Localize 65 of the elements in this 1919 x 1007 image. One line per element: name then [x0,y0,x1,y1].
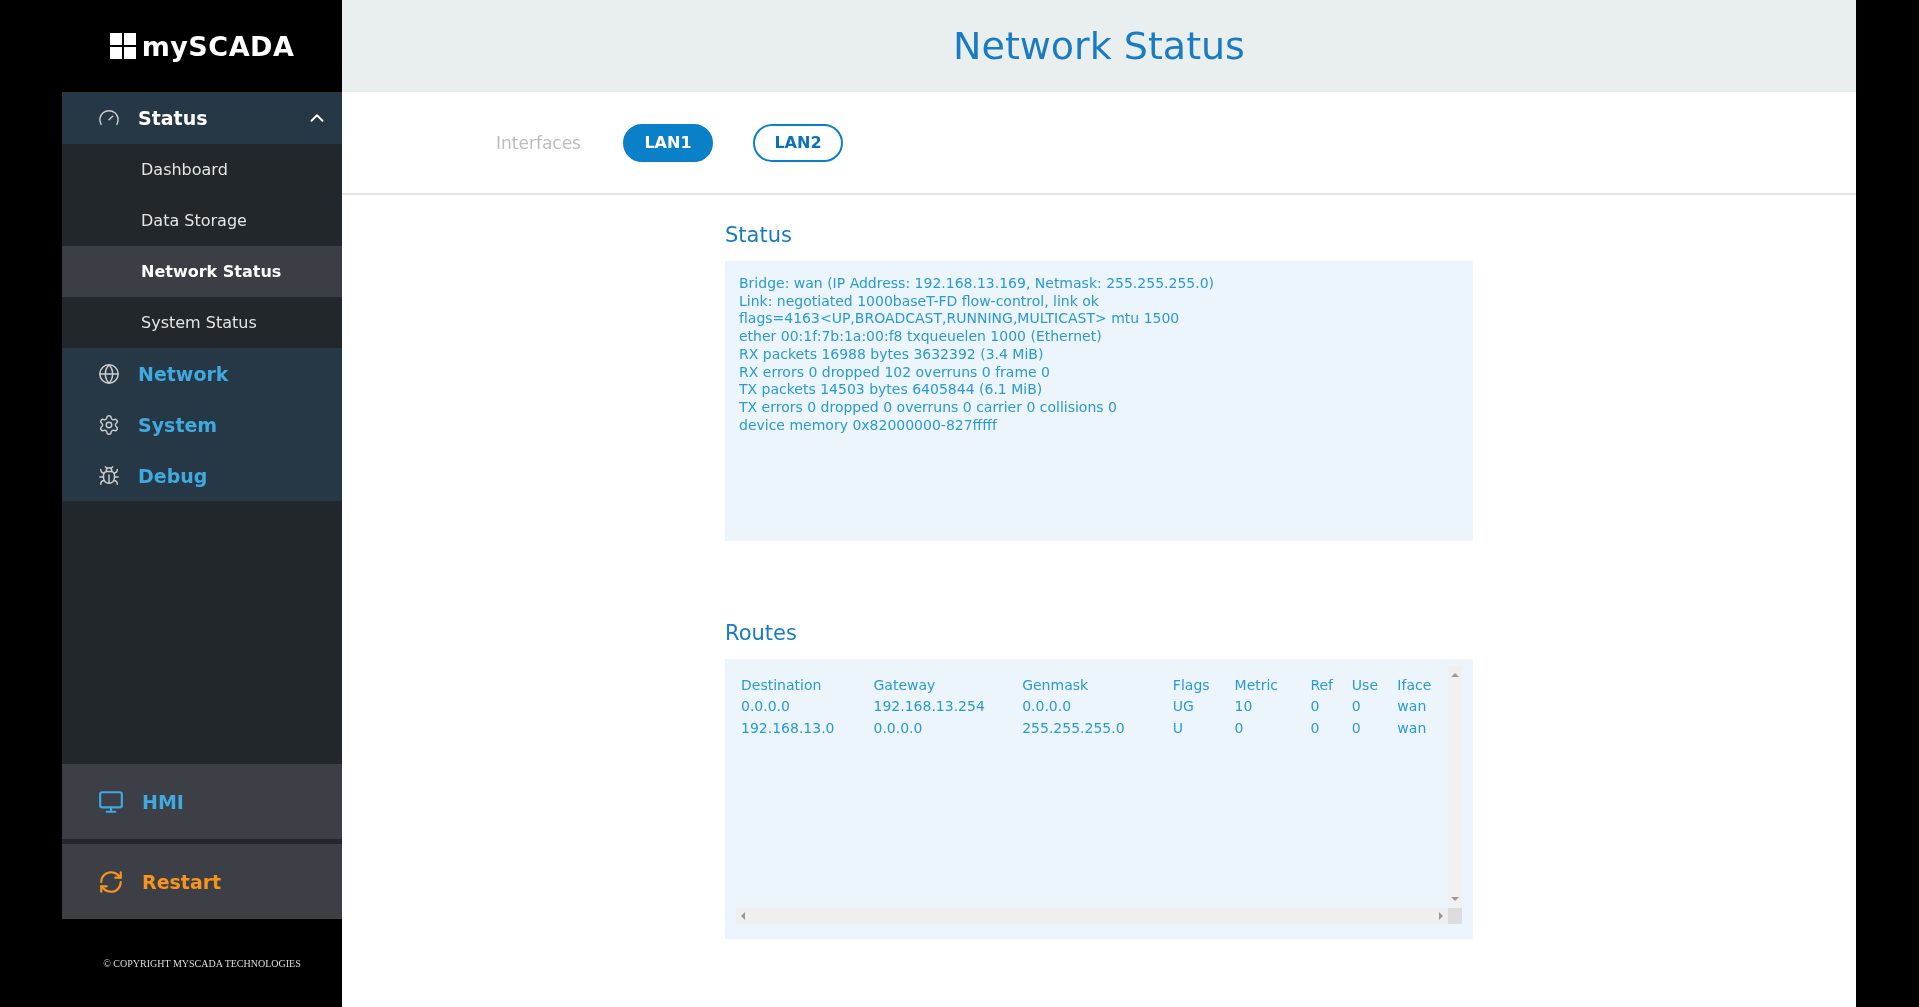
refresh-icon [98,868,124,895]
table-cell-text: 0.0.0.0 [741,697,791,717]
status-line: device memory 0x82000000-827fffff [739,416,999,435]
interfaces-label: Interfaces [496,132,581,153]
scroll-right-icon[interactable] [1438,912,1444,920]
sidebar-group[interactable]: System [62,399,342,450]
table-cell: U [1172,717,1235,739]
globe-icon [98,362,120,385]
sidebar-group[interactable]: Network [62,348,342,399]
table-cell: 0.0.0.0 [1022,695,1173,717]
scroll-up-icon[interactable] [1451,672,1459,678]
section-title: Routes [725,621,798,645]
table-cell-text: 10 [1234,697,1254,717]
page-title: Network Status [953,24,1245,68]
horizontal-scrollbar[interactable] [736,908,1448,924]
table-cell: 0 [1351,717,1398,739]
hmi-button[interactable]: HMI [62,764,342,839]
table-cell-text: 0 [1234,718,1245,738]
monitor-icon [98,788,124,815]
status-line: TX errors 0 dropped 0 overruns 0 carrier 0 collisions 0 [739,398,1118,417]
column-header: Destination [741,675,823,695]
sidebar-group-label: System [138,413,219,436]
column-header: Ref [1310,674,1352,696]
vertical-scrollbar[interactable] [1448,666,1462,908]
scroll-down-icon[interactable] [1451,896,1459,902]
column-header: Iface [1397,675,1433,695]
table-cell-text: wan [1397,697,1428,717]
table-cell: 0 [1351,695,1398,717]
interface-tab[interactable]: LAN1 [622,123,713,162]
sidebar-group[interactable]: Debug [62,450,342,501]
scrollbar-corner [1448,908,1462,924]
table-cell: 0 [1310,717,1352,739]
table-cell: 255.255.255.0 [1022,717,1173,739]
section-title: Status [725,223,793,247]
restart-button[interactable]: Restart [62,844,342,919]
logo-text: mySCADA [141,30,295,62]
status-line: ether 00:1f:7b:1a:00:f8 txqueuelen 1000 (Ethernet) [739,328,1103,346]
column-header: Metric [1234,675,1280,695]
column-header: Gateway [873,675,937,695]
sidebar-group-label: Debug [138,464,209,487]
status-line: Link: negotiated 1000baseT-FD flow-control, link ok [739,292,1100,311]
table-cell: 0 [1310,695,1352,717]
sidebar-group-label: Status [138,107,209,129]
table-cell-text: 192.168.13.254 [873,697,986,717]
bug-icon [98,464,120,487]
table-cell-text: 0.0.0.0 [873,718,924,738]
sidebar-group[interactable]: Status [62,92,342,144]
scroll-left-icon[interactable] [740,912,746,920]
status-line: RX errors 0 dropped 102 overruns 0 frame 0 [739,363,1051,382]
table-cell-text: wan [1397,718,1428,738]
column-header: Use [1351,675,1379,695]
table-cell-text: UG [1172,697,1195,717]
column-header: Flags [1172,674,1235,696]
sidebar-group-label: Network [138,362,230,385]
interface-tab[interactable]: LAN2 [752,123,843,162]
settings-icon [98,413,120,436]
status-line: RX packets 16988 bytes 3632392 (3.4 MiB) [739,345,1045,364]
table-cell-text: 192.168.13.0 [741,718,836,738]
status-line: TX packets 14503 bytes 6405844 (6.1 MiB) [739,381,1044,399]
sidebar-item[interactable]: Network Status [62,246,342,297]
status-line: Bridge: wan (IP Address: 192.168.13.169, Netmask: 255.255.255.0) [739,275,1216,293]
copyright-text: © COPYRIGHT MYSCADA TECHNOLOGIES [103,957,301,969]
status-line: flags=4163<UP,BROADCAST,RUNNING,MULTICAST> mtu 1500 [739,310,1181,329]
logo-icon [109,33,136,59]
column-header: Genmask [1022,675,1090,695]
